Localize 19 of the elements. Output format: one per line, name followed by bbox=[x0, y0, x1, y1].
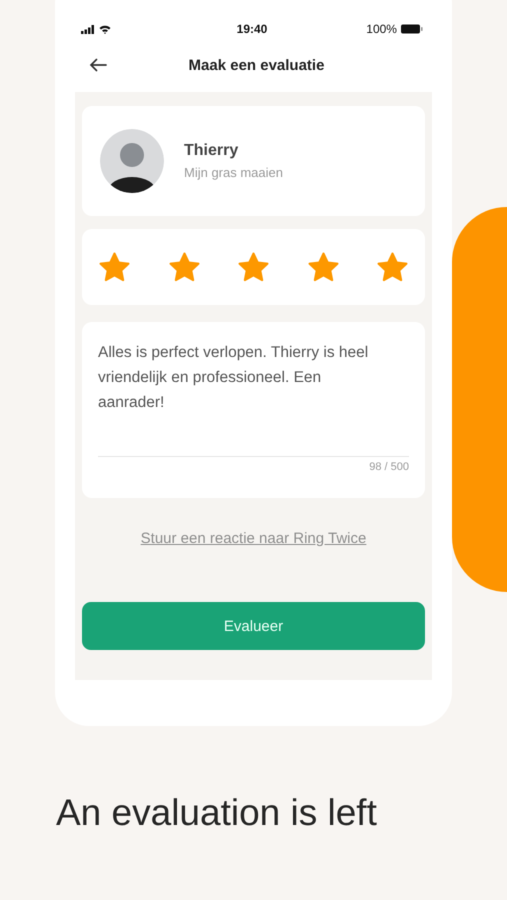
character-counter: 98 / 500 bbox=[369, 461, 409, 473]
screen-title: Maak een evaluatie bbox=[188, 56, 324, 74]
star-icon[interactable] bbox=[237, 252, 270, 282]
status-time: 19:40 bbox=[236, 22, 268, 36]
star-icon[interactable] bbox=[98, 252, 131, 282]
submit-button[interactable]: Evalueer bbox=[82, 602, 425, 650]
star-icon[interactable] bbox=[168, 252, 200, 282]
provider-name: Thierry bbox=[184, 142, 240, 160]
battery-icon bbox=[400, 24, 423, 34]
star-icon[interactable] bbox=[306, 252, 340, 282]
star-icon[interactable] bbox=[376, 252, 409, 282]
review-field[interactable]: Alles is perfect verlopen. Thierry is heel vriendelijk en professioneel. Een aanrader! bbox=[98, 340, 409, 457]
battery-percent: 100% bbox=[366, 22, 397, 36]
wifi-icon bbox=[99, 24, 111, 34]
task-name: Mijn gras maaien bbox=[184, 165, 283, 180]
feedback-link[interactable]: Stuur een reactie naar Ring Twice bbox=[140, 530, 366, 547]
caption: An evaluation is left bbox=[56, 792, 378, 834]
signal-icon bbox=[81, 24, 95, 34]
back-arrow-icon[interactable] bbox=[89, 58, 107, 72]
